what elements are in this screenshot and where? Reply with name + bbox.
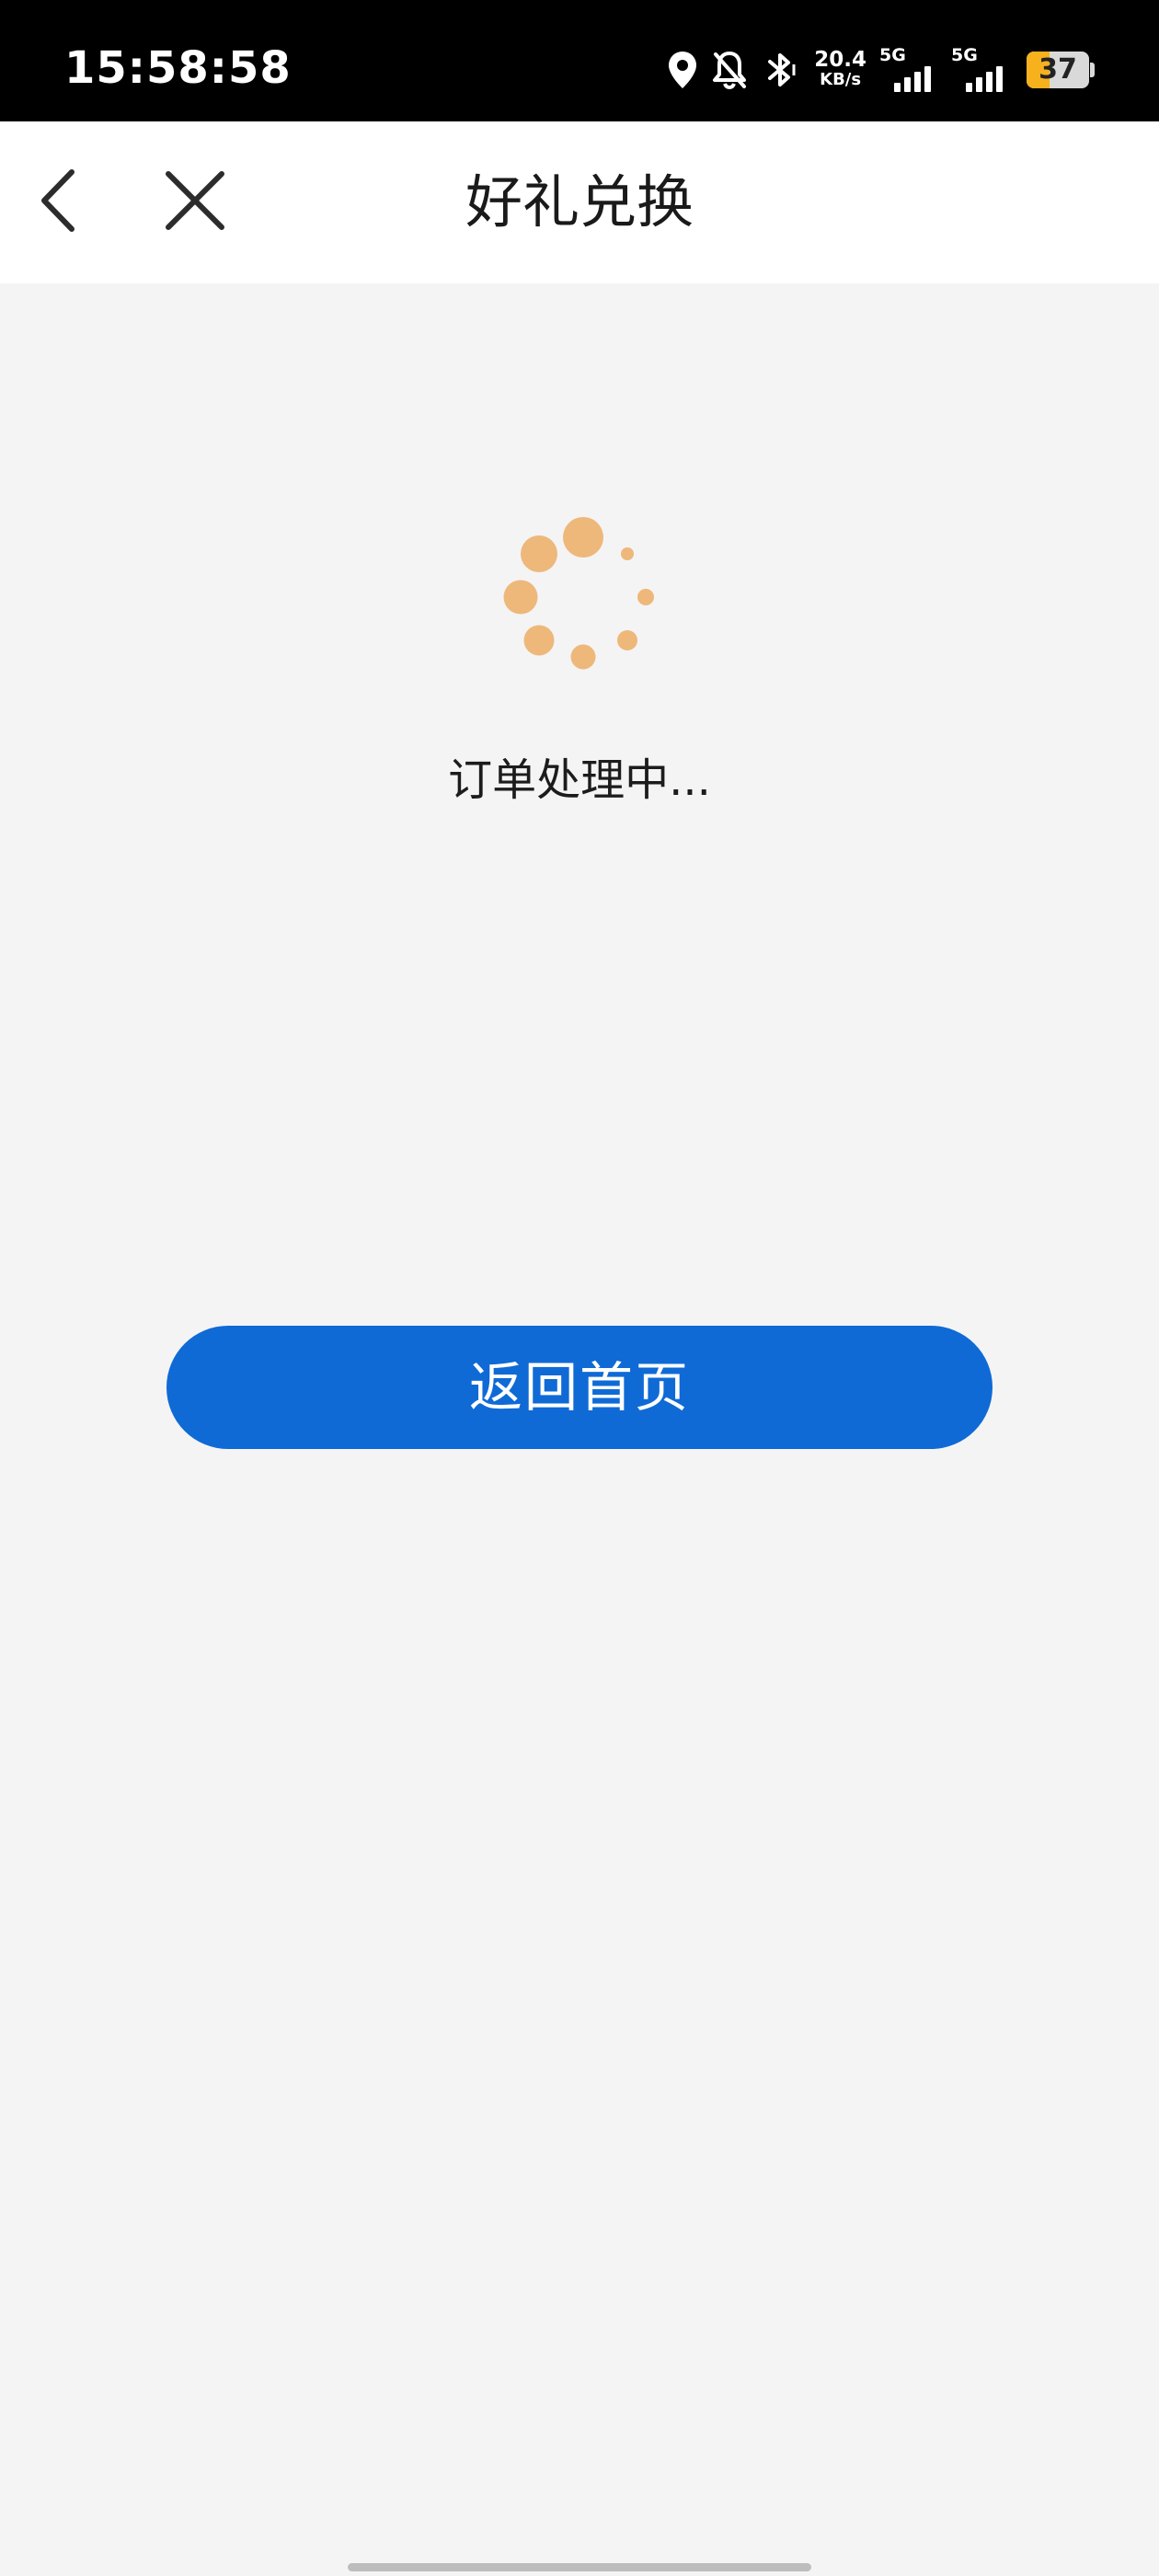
sim1-network-type: 5G <box>879 45 906 65</box>
spinner-dot <box>621 547 634 560</box>
sim2-signal: 5G <box>951 46 1010 94</box>
bell-off-icon <box>711 50 748 90</box>
spinner-dot <box>617 630 637 650</box>
sim1-signal: 5G <box>879 46 938 94</box>
page-title: 好礼兑换 <box>465 168 694 236</box>
status-bar: 15:58:58 20.4 KB/s 5G 5G 37 <box>0 0 1159 121</box>
status-time: 15:58:58 <box>64 42 292 94</box>
network-speed-value: 20.4 <box>814 48 866 72</box>
battery-icon: 37 <box>1027 52 1095 88</box>
nav-bar: 好礼兑换 <box>0 121 1159 283</box>
spinner-dot <box>637 589 654 605</box>
battery-cap <box>1090 63 1095 77</box>
spinner-dot <box>503 580 538 615</box>
back-button[interactable] <box>20 164 98 241</box>
home-indicator[interactable] <box>348 2563 811 2571</box>
close-icon <box>165 170 225 235</box>
bluetooth-icon <box>761 50 801 90</box>
sim2-network-type: 5G <box>951 45 978 65</box>
network-speed-unit: KB/s <box>820 70 862 89</box>
status-icons: 20.4 KB/s 5G 5G 37 <box>667 44 1095 96</box>
network-speed: 20.4 KB/s <box>814 50 866 90</box>
spinner-dot <box>521 535 557 572</box>
location-icon <box>667 50 698 90</box>
return-home-button[interactable]: 返回首页 <box>166 1326 993 1449</box>
loading-spinner <box>497 515 662 681</box>
battery-level: 37 <box>1039 53 1077 86</box>
spinner-dot <box>523 625 555 656</box>
spinner-dot <box>570 644 596 670</box>
chevron-left-icon <box>39 168 79 236</box>
order-status-message: 订单处理中... <box>448 754 711 806</box>
close-button[interactable] <box>156 164 234 241</box>
spinner-dot <box>563 517 603 558</box>
